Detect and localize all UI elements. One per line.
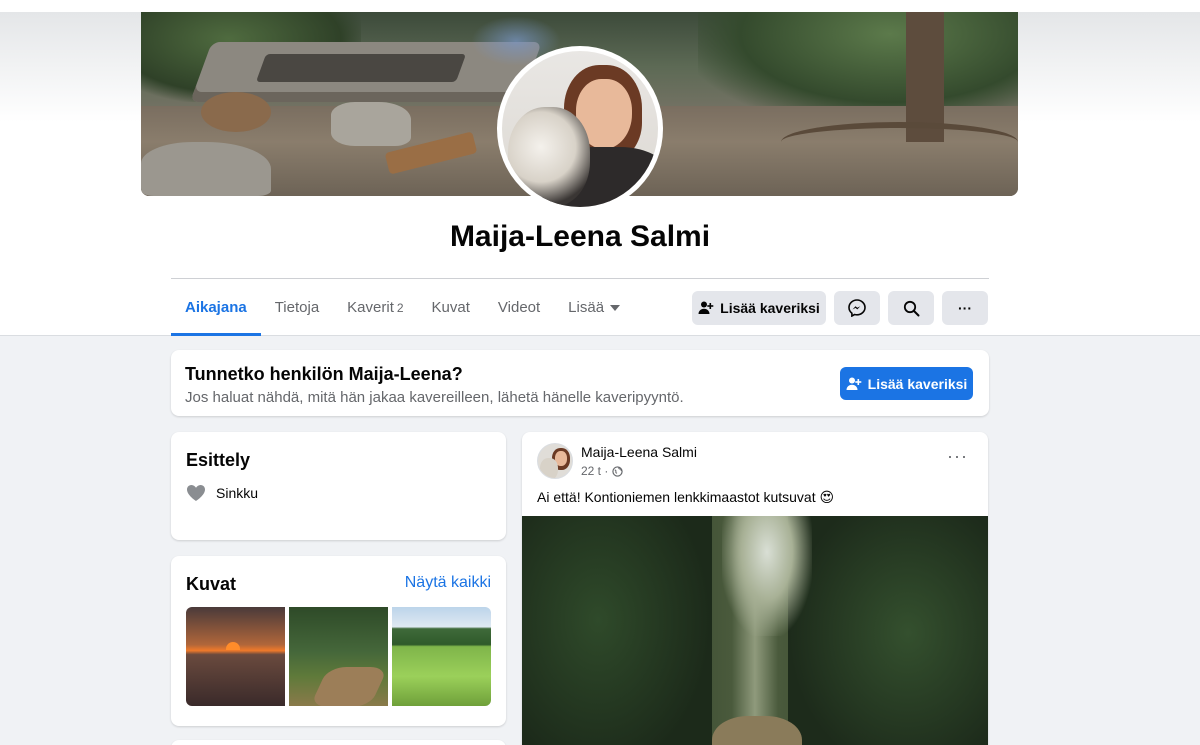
profile-tabs: Aikajana Tietoja Kaverit 2 Kuvat Videot L… [171, 280, 634, 336]
messenger-icon [848, 299, 866, 317]
friends-count: 2 [396, 301, 404, 315]
cover-log [201, 92, 271, 132]
post-meta: 22 t · [581, 464, 624, 478]
post-more-button[interactable]: ··· [947, 447, 968, 465]
avatar-cat [540, 458, 558, 478]
tab-friends[interactable]: Kaverit 2 [333, 280, 417, 336]
see-all-photos-link[interactable]: Näytä kaikki [405, 574, 491, 592]
post-author-name[interactable]: Maija-Leena Salmi [581, 444, 697, 460]
sun-shape [226, 642, 240, 650]
post-text: Ai että! Kontioniemen lenkkimaastot kuts… [537, 489, 834, 506]
tab-more[interactable]: Lisää [554, 280, 634, 336]
sunset-photo[interactable] [186, 607, 285, 706]
image-sky [722, 516, 812, 636]
tab-about[interactable]: Tietoja [261, 280, 333, 336]
profile-actions: Lisää kaveriksi ··· [692, 291, 988, 325]
friend-request-title: Tunnetko henkilön Maija-Leena? [185, 364, 463, 384]
next-card [171, 740, 506, 745]
tab-photos[interactable]: Kuvat [418, 280, 484, 336]
caret-down-icon [610, 305, 621, 312]
add-friend-primary-button[interactable]: Lisää kaveriksi [840, 367, 973, 400]
path-shape [309, 667, 388, 706]
heart-eyes-emoji: 😍 [819, 489, 835, 505]
more-icon: ··· [958, 300, 972, 316]
add-friend-primary-label: Lisää kaveriksi [867, 375, 968, 392]
add-friend-icon [846, 376, 862, 392]
tab-label: Kaverit [347, 299, 394, 316]
add-friend-button[interactable]: Lisää kaveriksi [692, 291, 826, 325]
relationship-status: Sinkku [186, 484, 258, 502]
add-friend-label: Lisää kaveriksi [720, 300, 820, 316]
profile-name: Maija-Leena Salmi [449, 220, 711, 253]
post-author-avatar[interactable] [537, 443, 573, 479]
divider [171, 278, 989, 279]
search-icon [903, 300, 920, 317]
tab-label: Videot [497, 299, 541, 316]
globe-icon [612, 465, 624, 477]
photos-card: Kuvat Näytä kaikki [171, 556, 506, 726]
search-button[interactable] [888, 291, 934, 325]
tab-videos[interactable]: Videot [484, 280, 554, 336]
cover-tree-roots [781, 122, 1018, 162]
friend-request-subtitle: Jos haluat nähdä, mitä hän jakaa kaverei… [185, 389, 684, 406]
heart-icon [186, 484, 206, 502]
cover-rock [141, 142, 271, 196]
post-text-body: Ai että! Kontioniemen lenkkimaastot kuts… [537, 489, 816, 505]
photos-grid [186, 607, 491, 706]
separator-dot: · [601, 464, 609, 478]
post-time[interactable]: 22 t [581, 464, 601, 478]
messenger-button[interactable] [834, 291, 880, 325]
forest-path-photo[interactable] [289, 607, 388, 706]
intro-card: Esittely Sinkku [171, 432, 506, 540]
post-card: Maija-Leena Salmi 22 t · ··· Ai että! Ko… [522, 432, 988, 745]
tab-label: Tietoja [274, 299, 320, 316]
tab-label: Lisää [568, 299, 605, 316]
intro-title: Esittely [186, 450, 251, 470]
image-trees-right [788, 516, 988, 745]
avatar-cat [508, 107, 590, 207]
post-image[interactable] [522, 516, 988, 745]
tab-label: Aikajana [185, 299, 247, 316]
header-strip [0, 0, 1200, 12]
more-options-button[interactable]: ··· [942, 291, 988, 325]
image-trees-left [522, 516, 712, 745]
tab-timeline[interactable]: Aikajana [171, 280, 261, 336]
image-trail [712, 716, 802, 745]
photos-title[interactable]: Kuvat [186, 574, 236, 595]
friend-request-card: Tunnetko henkilön Maija-Leena? Jos halua… [171, 350, 989, 416]
tab-label: Kuvat [431, 299, 470, 316]
profile-picture[interactable] [502, 51, 658, 207]
golf-course-photo[interactable] [392, 607, 491, 706]
relationship-label: Sinkku [216, 485, 259, 501]
add-friend-icon [698, 300, 714, 316]
cover-firepit-center [255, 54, 467, 82]
cover-rock [331, 102, 411, 146]
